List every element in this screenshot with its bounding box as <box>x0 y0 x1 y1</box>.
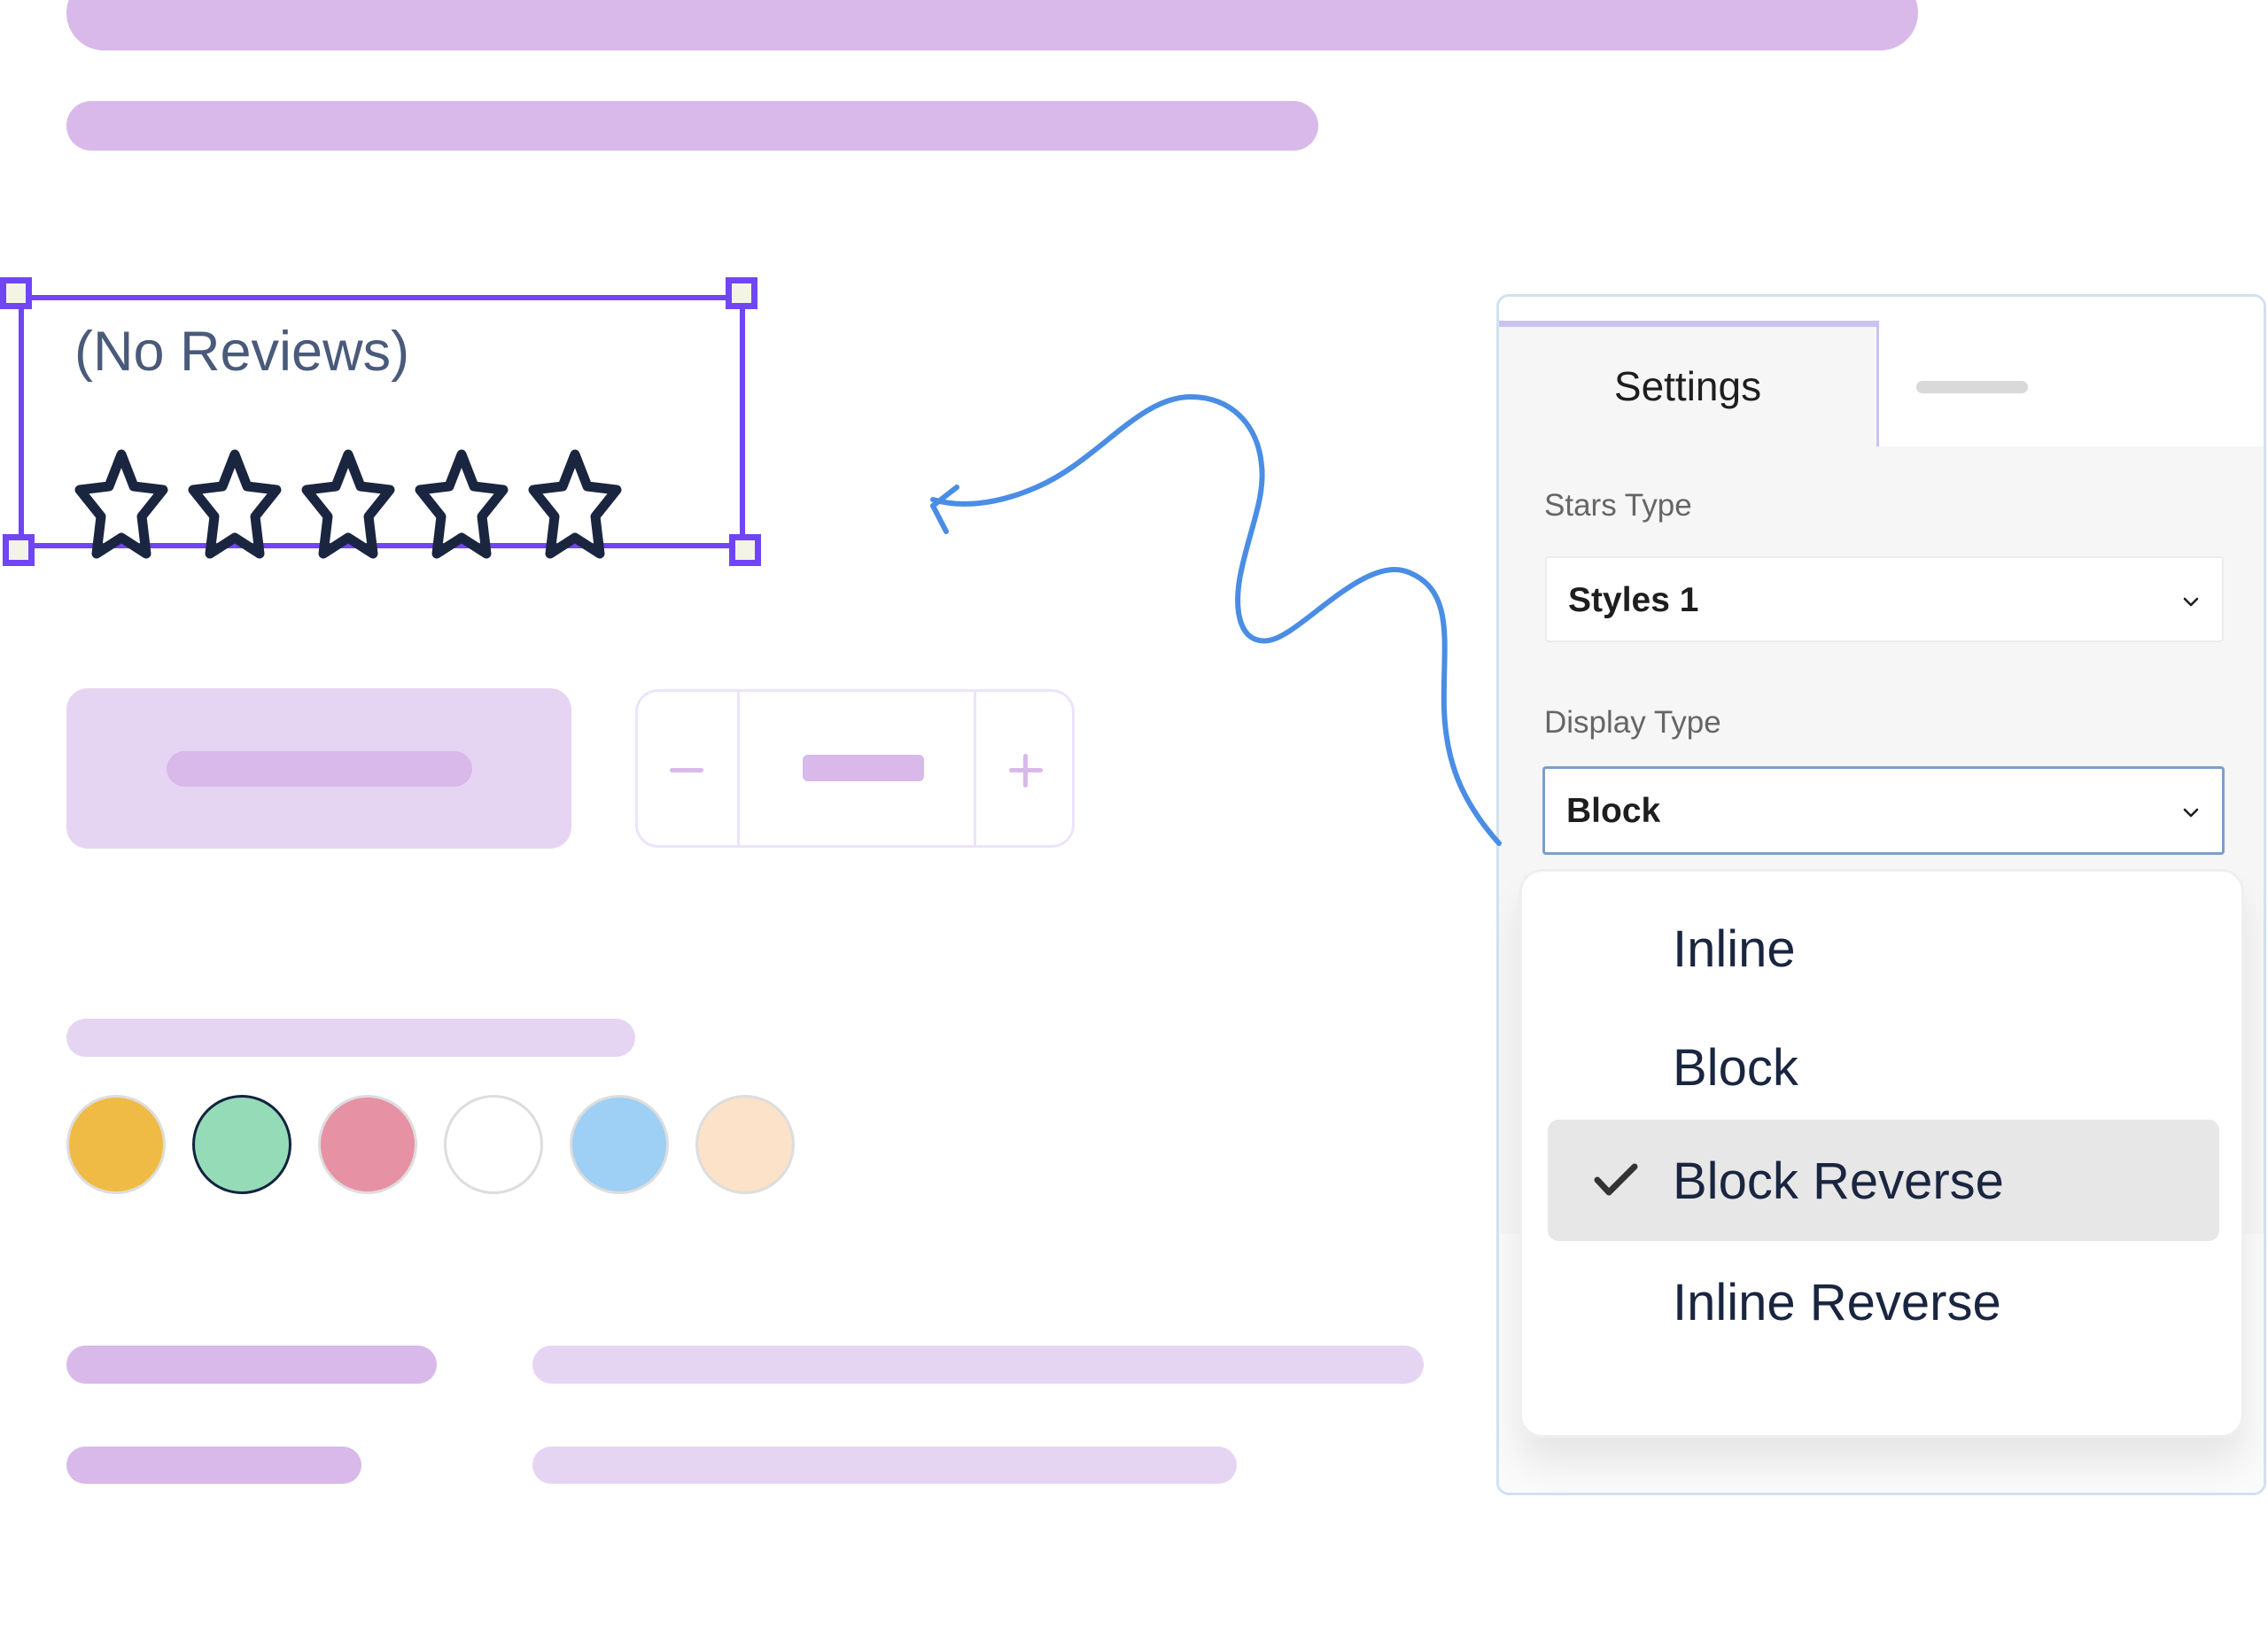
swatch-label-placeholder <box>66 1019 635 1057</box>
stars-type-value: Styles 1 <box>1568 581 1699 619</box>
star-outline-icon[interactable] <box>74 447 168 561</box>
dropdown-option-label: Inline <box>1673 920 1796 978</box>
placeholder-meta-label <box>66 1346 437 1384</box>
placeholder-title-bar <box>66 0 1918 50</box>
star-outline-icon[interactable] <box>415 447 509 561</box>
dropdown-option[interactable]: Inline Reverse <box>1548 1241 2219 1362</box>
plus-icon[interactable] <box>976 692 1072 845</box>
placeholder-meta-value <box>532 1447 1237 1484</box>
star-outline-icon[interactable] <box>301 447 395 561</box>
stars-type-label: Stars Type <box>1544 488 1692 523</box>
stepper-divider <box>737 692 740 845</box>
display-type-dropdown: Inline Block Block Reverse Inline Reverse <box>1519 869 2244 1438</box>
dropdown-option[interactable]: Block Reverse <box>1548 1120 2219 1241</box>
minus-icon[interactable] <box>638 692 737 845</box>
chevron-down-icon <box>2183 597 2199 607</box>
placeholder-meta-value <box>532 1346 1424 1384</box>
tab-settings[interactable]: Settings <box>1499 321 1879 446</box>
placeholder-meta-label <box>66 1447 361 1484</box>
quantity-value-placeholder[interactable] <box>803 755 924 781</box>
add-to-cart-button[interactable] <box>66 688 571 849</box>
display-type-value: Block <box>1566 792 1661 830</box>
star-outline-icon[interactable] <box>528 447 622 561</box>
color-swatch[interactable] <box>444 1095 543 1194</box>
tab-strip-bg <box>1879 297 2264 446</box>
resize-handle-bottom-right[interactable] <box>729 534 761 566</box>
tab-secondary-placeholder[interactable] <box>1916 381 2028 393</box>
stars-type-select[interactable]: Styles 1 <box>1545 556 2224 642</box>
display-type-label: Display Type <box>1544 705 1721 740</box>
star-outline-icon[interactable] <box>188 447 282 561</box>
tab-settings-label: Settings <box>1613 363 1762 409</box>
dropdown-option-label: Block Reverse <box>1673 1152 2004 1210</box>
arrow-head <box>930 485 959 534</box>
resize-handle-top-left[interactable] <box>0 277 32 309</box>
dropdown-option-label: Inline Reverse <box>1673 1274 2001 1331</box>
placeholder-subtitle-bar <box>66 101 1318 151</box>
color-swatch[interactable] <box>570 1095 669 1194</box>
display-type-select[interactable]: Block <box>1542 766 2225 855</box>
color-swatches <box>66 1095 795 1194</box>
reviews-count-text: (No Reviews) <box>74 321 410 383</box>
color-swatch[interactable] <box>695 1095 795 1194</box>
dropdown-option[interactable]: Block <box>1548 1006 2219 1128</box>
button-label-placeholder <box>167 751 472 787</box>
color-swatch[interactable] <box>66 1095 166 1194</box>
color-swatch[interactable] <box>318 1095 417 1194</box>
chevron-down-icon <box>2183 808 2199 818</box>
dropdown-option[interactable]: Inline <box>1548 888 2219 1009</box>
dropdown-option-label: Block <box>1673 1039 1798 1097</box>
checkmark-icon <box>1594 1163 1638 1196</box>
star-rating[interactable] <box>74 447 622 561</box>
resize-handle-bottom-left[interactable] <box>3 534 35 566</box>
resize-handle-top-right[interactable] <box>726 277 757 309</box>
quantity-stepper[interactable] <box>635 689 1075 848</box>
color-swatch[interactable] <box>192 1095 291 1194</box>
